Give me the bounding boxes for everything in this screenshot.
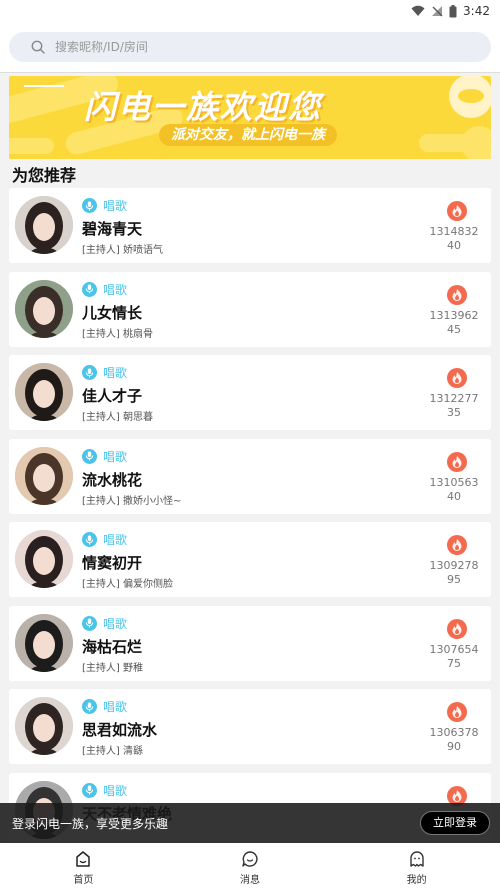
nav-label-profile: 我的	[406, 875, 427, 886]
microphone-icon	[82, 615, 97, 631]
room-tag-label: 唱歌	[103, 449, 128, 464]
fire-icon	[447, 284, 467, 305]
room-host: [主持人] 撒娇小小怪~	[82, 495, 182, 507]
fire-icon	[447, 618, 467, 639]
room-card[interactable]: 唱歌海枯石烂 [主持人] 野稚 130765475	[9, 605, 491, 681]
login-button[interactable]: 立即登录	[420, 811, 490, 835]
status-icons: 3:42	[411, 4, 490, 18]
search-icon	[31, 40, 45, 54]
room-host: [主持人] 偏爱你侧脸	[82, 579, 173, 590]
room-hot-count: 131483240	[429, 225, 479, 252]
divider	[0, 72, 500, 73]
microphone-icon	[82, 281, 97, 297]
login-prompt-text: 登录闪电一族，享受更多乐趣	[12, 817, 169, 831]
fire-icon	[447, 368, 467, 388]
avatar	[15, 279, 73, 338]
microphone-icon	[82, 532, 97, 547]
room-tag-label: 唱歌	[103, 282, 128, 297]
room-name: 思君如流水	[82, 721, 158, 739]
room-card[interactable]: 唱歌碧海青天 [主持人] 娇喷语气 131483240	[9, 188, 491, 263]
avatar	[15, 613, 73, 672]
microphone-icon	[82, 365, 97, 380]
avatar	[15, 697, 73, 755]
room-name: 佳人才子	[82, 387, 143, 405]
room-tag-label: 唱歌	[103, 533, 128, 547]
promo-banner[interactable]: 闪电一族欢迎您 派对交友，就上闪电一族	[9, 76, 491, 159]
room-hot-count: 131396245	[429, 308, 479, 336]
avatar	[15, 196, 73, 254]
room-tag: 唱歌	[82, 364, 127, 381]
room-tag: 唱歌	[82, 448, 127, 465]
avatar	[15, 530, 73, 588]
room-hot-count: 131227735	[429, 392, 479, 419]
room-tag: 唱歌	[82, 531, 127, 548]
room-card[interactable]: 唱歌儿女情长 [主持人] 桃扇骨 131396245	[9, 271, 491, 347]
microphone-icon	[82, 198, 97, 213]
search-input[interactable]	[55, 40, 435, 54]
room-card[interactable]: 唱歌佳人才子 [主持人] 朝思暮 131227735	[9, 355, 491, 430]
room-tag: 唱歌	[82, 281, 127, 298]
section-title: 为您推荐	[12, 166, 77, 185]
nav-label-home: 首页	[73, 875, 94, 886]
room-tag-label: 唱歌	[103, 783, 128, 798]
room-tag-label: 唱歌	[103, 616, 128, 631]
room-hot-count: 130765475	[429, 642, 479, 670]
room-host: [主持人] 野稚	[82, 662, 143, 674]
status-time: 3:42	[463, 4, 490, 18]
microphone-icon	[82, 782, 97, 798]
microphone-icon	[82, 699, 97, 714]
room-tag-label: 唱歌	[103, 366, 128, 380]
search-area	[0, 24, 500, 72]
banner-title: 闪电一族欢迎您	[84, 88, 323, 126]
room-host: [主持人] 清繇	[82, 746, 143, 757]
search-box[interactable]	[9, 32, 491, 62]
room-host: [主持人] 桃扇骨	[82, 328, 153, 340]
login-prompt-bar: 登录闪电一族，享受更多乐趣 立即登录	[0, 803, 500, 843]
room-card[interactable]: 唱歌情窦初开 [主持人] 偏爱你侧脸 130927895	[9, 522, 491, 597]
battery-icon	[449, 4, 457, 17]
room-tag-label: 唱歌	[103, 700, 128, 714]
room-tag: 唱歌	[82, 782, 127, 799]
home-icon	[76, 851, 91, 867]
fire-icon	[447, 702, 467, 722]
room-hot-count: 131056340	[429, 475, 479, 503]
room-card[interactable]: 唱歌思君如流水 [主持人] 清繇 130637890	[9, 689, 491, 764]
banner-subtitle: 派对交友，就上闪电一族	[159, 124, 337, 146]
room-tag-label: 唱歌	[103, 199, 128, 213]
status-bar: 3:42	[0, 0, 500, 24]
microphone-icon	[82, 448, 97, 464]
message-icon	[242, 851, 258, 867]
nav-label-messages: 消息	[240, 875, 260, 886]
bottom-nav: 首页 消息 我的	[0, 843, 500, 890]
no-signal-icon	[432, 6, 443, 17]
nav-item-messages[interactable]: 消息	[167, 843, 334, 890]
room-name: 碧海青天	[82, 220, 143, 238]
room-host: [主持人] 娇喷语气	[82, 245, 163, 256]
avatar	[15, 363, 73, 421]
avatar	[15, 446, 73, 505]
nav-item-home[interactable]: 首页	[0, 843, 167, 890]
room-hot-count: 130637890	[429, 726, 479, 753]
wifi-icon	[411, 5, 425, 16]
fire-icon	[447, 201, 467, 221]
room-name: 流水桃花	[82, 470, 143, 489]
fire-icon	[447, 535, 467, 555]
room-hot-count: 130927895	[429, 559, 479, 586]
room-tag: 唱歌	[82, 615, 127, 632]
room-name: 情窦初开	[82, 554, 143, 572]
fire-icon	[447, 451, 467, 472]
room-host: [主持人] 朝思暮	[82, 412, 153, 423]
room-name: 儿女情长	[82, 303, 143, 322]
room-tag: 唱歌	[82, 197, 127, 214]
room-name: 海枯石烂	[82, 637, 143, 656]
profile-icon	[409, 851, 424, 867]
room-tag: 唱歌	[82, 698, 127, 715]
room-card[interactable]: 唱歌流水桃花 [主持人] 撒娇小小怪~ 131056340	[9, 438, 491, 514]
nav-item-profile[interactable]: 我的	[333, 843, 500, 890]
